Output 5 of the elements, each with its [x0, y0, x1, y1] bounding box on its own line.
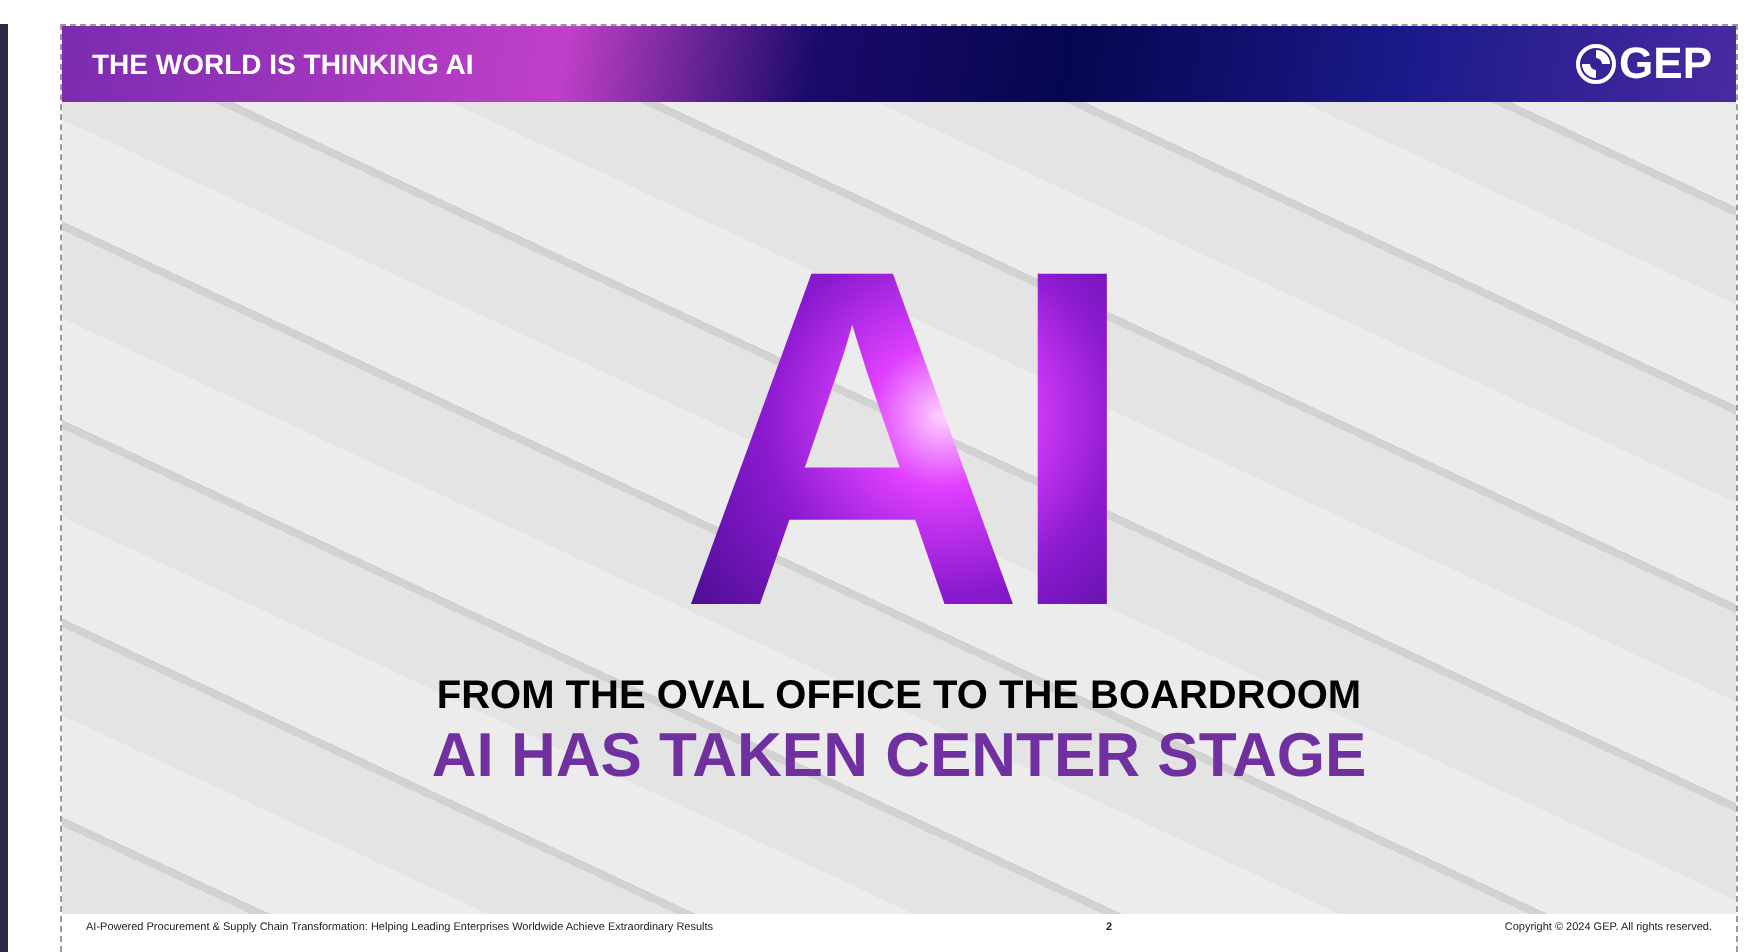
- headline: AI HAS TAKEN CENTER STAGE: [431, 719, 1367, 791]
- slide-title: THE WORLD IS THINKING AI: [92, 48, 474, 80]
- logo-text: GEP: [1619, 38, 1712, 90]
- swirl-logo-icon: [1575, 44, 1616, 84]
- subtitle: FROM THE OVAL OFFICE TO THE BOARDROOM: [436, 673, 1362, 719]
